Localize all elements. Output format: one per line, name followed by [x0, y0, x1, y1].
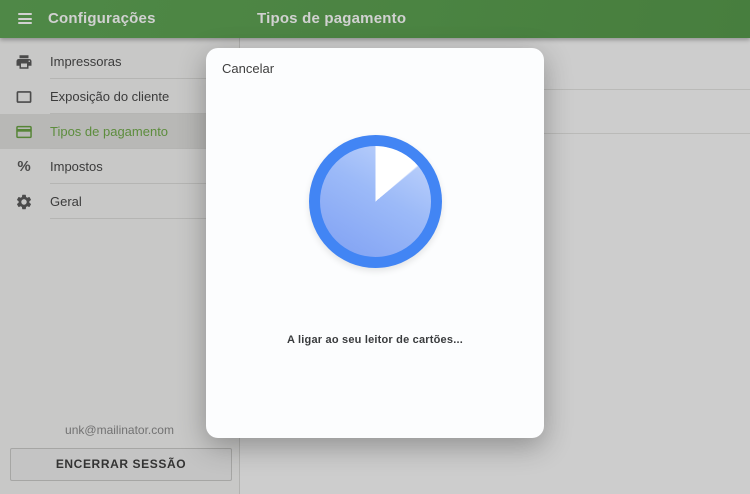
cancel-button[interactable]: Cancelar — [222, 61, 274, 76]
spinner-disc — [320, 146, 431, 257]
spinner-wedge — [320, 146, 431, 257]
connection-status-text: A ligar ao seu leitor de cartões... — [206, 334, 544, 346]
settings-screen: Configurações Tipos de pagamento Impress… — [0, 0, 750, 494]
card-reader-dialog: Cancelar A ligar ao seu leitor de cartõe… — [206, 48, 544, 438]
progress-clock-spinner — [309, 135, 442, 268]
